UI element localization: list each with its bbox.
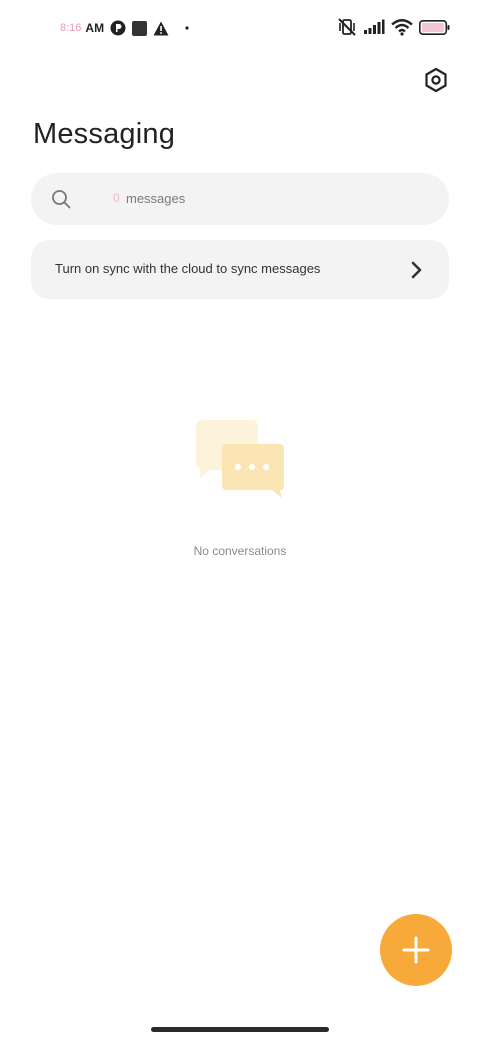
plus-icon xyxy=(402,936,430,964)
search-icon xyxy=(52,190,71,209)
empty-state-text: No conversations xyxy=(193,544,287,558)
cloud-sync-banner[interactable]: Turn on sync with the cloud to sync mess… xyxy=(31,240,449,299)
new-conversation-button[interactable] xyxy=(380,914,452,986)
wifi-icon xyxy=(391,18,413,36)
status-bar-left: 8:16 AM xyxy=(60,18,189,38)
search-input[interactable]: 0 messages xyxy=(31,173,449,225)
search-placeholder: messages xyxy=(126,191,186,206)
signal-icon xyxy=(363,19,385,35)
muted-vibrate-icon xyxy=(337,18,357,36)
dot-icon xyxy=(185,26,189,30)
chat-bubbles-icon xyxy=(196,420,284,498)
battery-icon xyxy=(419,19,450,35)
home-indicator[interactable] xyxy=(151,1027,329,1032)
page-title: Messaging xyxy=(33,118,176,150)
settings-hexagon-icon xyxy=(425,67,447,93)
status-time: 8:16 xyxy=(60,22,82,34)
warning-icon xyxy=(153,21,169,36)
settings-button[interactable] xyxy=(420,64,452,96)
square-app-icon xyxy=(132,20,148,36)
status-bar: 8:16 AM xyxy=(0,0,480,56)
chevron-right-icon xyxy=(411,261,422,279)
search-message-count: 0 xyxy=(113,191,120,205)
status-ampm: AM xyxy=(85,21,105,35)
cloud-sync-text: Turn on sync with the cloud to sync mess… xyxy=(55,261,321,276)
p-app-icon xyxy=(110,20,126,36)
status-bar-right xyxy=(337,16,450,38)
